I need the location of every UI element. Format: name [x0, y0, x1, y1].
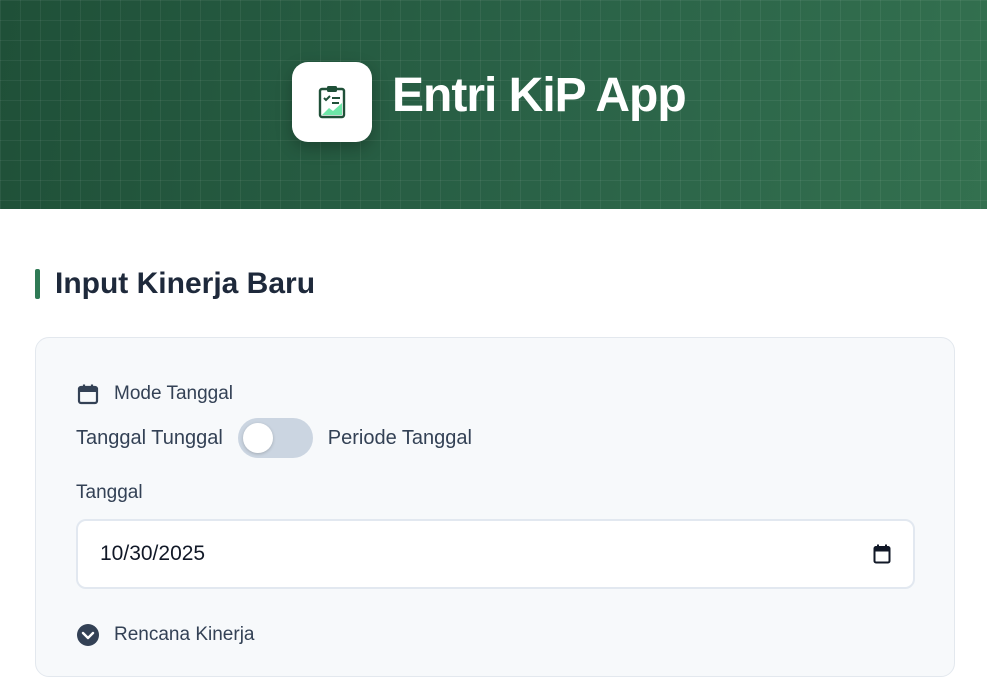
- section-title: Input Kinerja Baru: [55, 267, 316, 300]
- date-input[interactable]: 10/30/2025: [76, 519, 915, 589]
- section-heading: Input Kinerja Baru: [35, 267, 316, 300]
- calendar-picker-icon[interactable]: [873, 544, 891, 564]
- toggle-knob: [242, 423, 273, 453]
- calendar-icon: [76, 382, 100, 406]
- date-mode-label-row: Mode Tanggal: [76, 380, 233, 408]
- date-mode-toggle-row: Tanggal Tunggal Periode Tanggal: [76, 418, 472, 458]
- date-range-option-label: Periode Tanggal: [327, 426, 472, 449]
- date-input-value: 10/30/2025: [100, 542, 206, 565]
- app-logo: [292, 62, 372, 142]
- plan-label: Rencana Kinerja: [114, 624, 255, 645]
- performance-form-card: Mode Tanggal Tanggal Tunggal Periode Tan…: [35, 337, 955, 677]
- app-header: Entri KiP App: [0, 0, 987, 209]
- heading-accent-bar: [35, 269, 40, 299]
- chevron-down-circle-icon: [76, 623, 100, 647]
- date-field-label: Tanggal: [76, 482, 143, 503]
- clipboard-chart-icon: [317, 85, 347, 119]
- date-mode-label: Mode Tanggal: [114, 383, 234, 404]
- single-date-option-label: Tanggal Tunggal: [76, 426, 223, 449]
- app-title: Entri KiP App: [392, 69, 687, 122]
- date-mode-toggle[interactable]: [237, 418, 313, 458]
- plan-section-toggle[interactable]: Rencana Kinerja: [76, 621, 254, 649]
